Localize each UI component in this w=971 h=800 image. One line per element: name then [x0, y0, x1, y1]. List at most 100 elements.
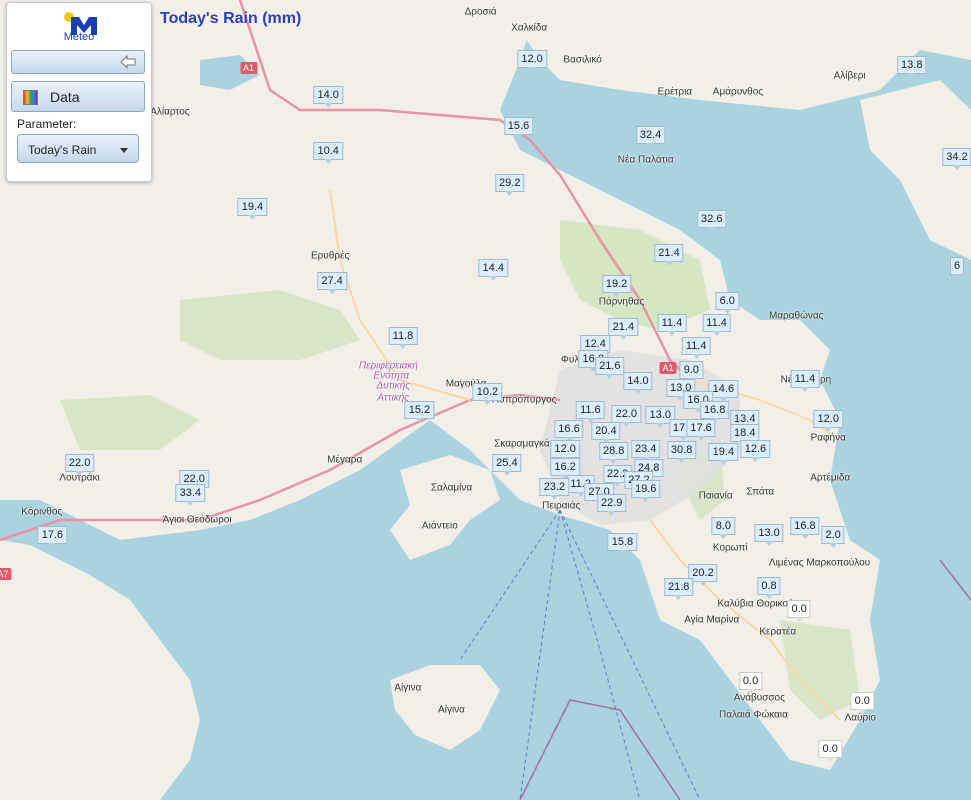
parameter-select-value: Today's Rain — [28, 143, 97, 157]
rain-station-marker[interactable]: 23.4 — [630, 439, 661, 462]
place-label: Αίγινα — [394, 682, 422, 694]
place-label: Μέγαρα — [327, 454, 363, 466]
rain-station-marker[interactable]: 21.6 — [595, 357, 625, 380]
place-label: Πειραιάς — [542, 500, 581, 512]
place-label: Λιμένας Μαρκοπούλου — [768, 557, 871, 569]
rain-station-marker[interactable]: 32.4 — [635, 126, 666, 148]
rain-station-marker[interactable]: 29.2 — [495, 174, 525, 196]
rain-station-marker[interactable]: 13.8 — [897, 55, 927, 78]
rain-station-marker[interactable]: 22.0 — [611, 405, 641, 428]
logo-text: Meteo — [63, 31, 95, 43]
rain-station-marker[interactable]: 22.9 — [597, 494, 627, 516]
color-scale-icon — [23, 90, 38, 105]
rain-station-marker[interactable]: 17.6 — [37, 526, 68, 548]
chevron-down-icon — [120, 148, 128, 153]
rain-station-marker[interactable]: 27.4 — [317, 271, 347, 294]
rain-station-marker[interactable]: 6.0 — [715, 292, 739, 315]
rain-station-marker[interactable]: 0.0 — [818, 740, 842, 763]
rain-station-marker[interactable]: 33.4 — [175, 483, 206, 506]
map-title: Today's Rain (mm) — [160, 10, 302, 27]
rain-station-marker[interactable]: 11.4 — [681, 337, 711, 360]
place-label: Κορωπί — [712, 542, 748, 554]
rain-station-marker[interactable]: 12.0 — [813, 410, 843, 432]
data-button[interactable]: Data — [11, 81, 145, 112]
rain-station-marker[interactable]: 19.6 — [630, 479, 661, 502]
rain-station-marker[interactable]: 19.4 — [237, 198, 268, 220]
rain-station-marker[interactable]: 17.6 — [686, 418, 716, 441]
place-label: Αλίβερι — [833, 70, 866, 82]
rain-station-marker[interactable]: 16.2 — [550, 458, 580, 480]
rain-station-marker[interactable]: 23.2 — [539, 478, 570, 500]
rain-station-marker[interactable]: 16.6 — [554, 420, 584, 443]
rain-station-marker[interactable]: 15.8 — [607, 533, 638, 556]
rain-station-marker[interactable]: 14.4 — [478, 258, 508, 281]
place-label: Σπάτα — [746, 486, 775, 498]
parameter-label: Parameter: — [17, 117, 77, 131]
rain-station-marker[interactable]: 30.8 — [666, 441, 697, 464]
rain-station-marker[interactable]: 20.4 — [591, 422, 621, 444]
place-label: Ερέτρια — [657, 86, 693, 98]
rain-station-marker[interactable]: 10.2 — [472, 382, 503, 405]
place-label: Χαλκίδα — [511, 22, 548, 34]
rain-station-marker[interactable]: 11.4 — [790, 370, 820, 392]
place-label: Βασιλικό — [563, 54, 602, 66]
rain-station-marker[interactable]: 0.0 — [738, 671, 763, 694]
rain-station-marker[interactable]: 16.8 — [790, 517, 820, 540]
rain-station-marker[interactable]: 21.8 — [664, 578, 694, 600]
rain-station-marker[interactable]: 25.4 — [492, 454, 522, 476]
place-label: Παλαιά Φώκαια — [719, 709, 788, 721]
rain-station-marker[interactable]: 10.4 — [313, 142, 343, 164]
place-label: Αμάρυνθος — [712, 86, 764, 98]
rain-station-marker[interactable]: 9.0 — [679, 361, 703, 384]
place-label: Αρτέμιδα — [810, 472, 851, 484]
place-label: Αιάντειο — [421, 520, 458, 532]
rain-station-marker[interactable]: 32.6 — [697, 210, 727, 232]
rain-station-marker[interactable]: 15.6 — [503, 117, 534, 140]
region-label: Περιφερειακή — [358, 360, 418, 372]
road-shield: A7 — [0, 568, 12, 581]
rain-station-marker[interactable]: 6 — [949, 257, 965, 280]
back-button[interactable] — [11, 50, 145, 74]
place-label: Μαραθώνας — [768, 310, 824, 322]
rain-station-marker[interactable]: 34.2 — [942, 147, 971, 170]
region-label: Δυτικής — [376, 380, 411, 392]
rain-station-marker[interactable]: 0.0 — [787, 599, 811, 622]
rain-station-marker[interactable]: 15.2 — [404, 401, 435, 424]
rain-station-marker[interactable]: 28.8 — [598, 442, 629, 464]
rain-station-marker[interactable]: 16.8 — [699, 401, 730, 424]
rain-station-marker[interactable]: 21.4 — [608, 318, 639, 340]
place-label: Νέα Παλάτια — [617, 154, 674, 166]
place-label: Πάρνηθας — [598, 296, 645, 308]
place-label: Καλύβια Θορικού — [717, 598, 794, 610]
rain-station-marker[interactable]: 14.0 — [623, 372, 653, 395]
place-label: Ερυθρές — [310, 250, 350, 262]
rain-station-marker[interactable]: 14.6 — [708, 380, 739, 403]
rain-station-marker[interactable]: 11.6 — [576, 401, 605, 424]
rain-station-marker[interactable]: 19.4 — [708, 442, 739, 465]
place-label: Σαλαμίνα — [430, 482, 473, 494]
rain-station-marker[interactable]: 21.4 — [654, 243, 684, 266]
rain-station-marker[interactable]: 13.0 — [754, 524, 784, 547]
place-label: Δροσιά — [464, 6, 497, 18]
rain-station-marker[interactable]: 8.0 — [711, 517, 736, 540]
place-label: Αλίαρτος — [150, 106, 190, 118]
rain-station-marker[interactable]: 12.6 — [740, 439, 771, 462]
rain-station-marker[interactable]: 0.8 — [757, 577, 781, 600]
place-label: Παιανία — [698, 490, 733, 502]
back-arrow-icon — [120, 55, 136, 69]
rain-station-marker[interactable]: 22.0 — [64, 454, 95, 476]
rain-station-marker[interactable]: 12.0 — [550, 439, 580, 462]
rain-station-marker[interactable]: 11.8 — [388, 326, 418, 349]
place-label: Ανάβυσσος — [733, 692, 785, 704]
rain-station-marker[interactable]: 19.2 — [601, 274, 632, 297]
rain-station-marker[interactable]: 2.0 — [821, 526, 845, 548]
place-label: Κόρινθος — [21, 506, 63, 518]
road-shield: A1 — [240, 62, 258, 74]
rain-station-marker[interactable]: 0.0 — [850, 692, 874, 715]
rain-station-marker[interactable]: 14.0 — [313, 86, 343, 108]
rain-station-marker[interactable]: 12.0 — [517, 50, 547, 72]
data-button-label: Data — [50, 89, 80, 105]
rain-station-marker[interactable]: 11.4 — [702, 314, 731, 336]
rain-station-marker[interactable]: 11.4 — [657, 314, 687, 336]
parameter-select[interactable]: Today's Rain — [17, 134, 139, 163]
